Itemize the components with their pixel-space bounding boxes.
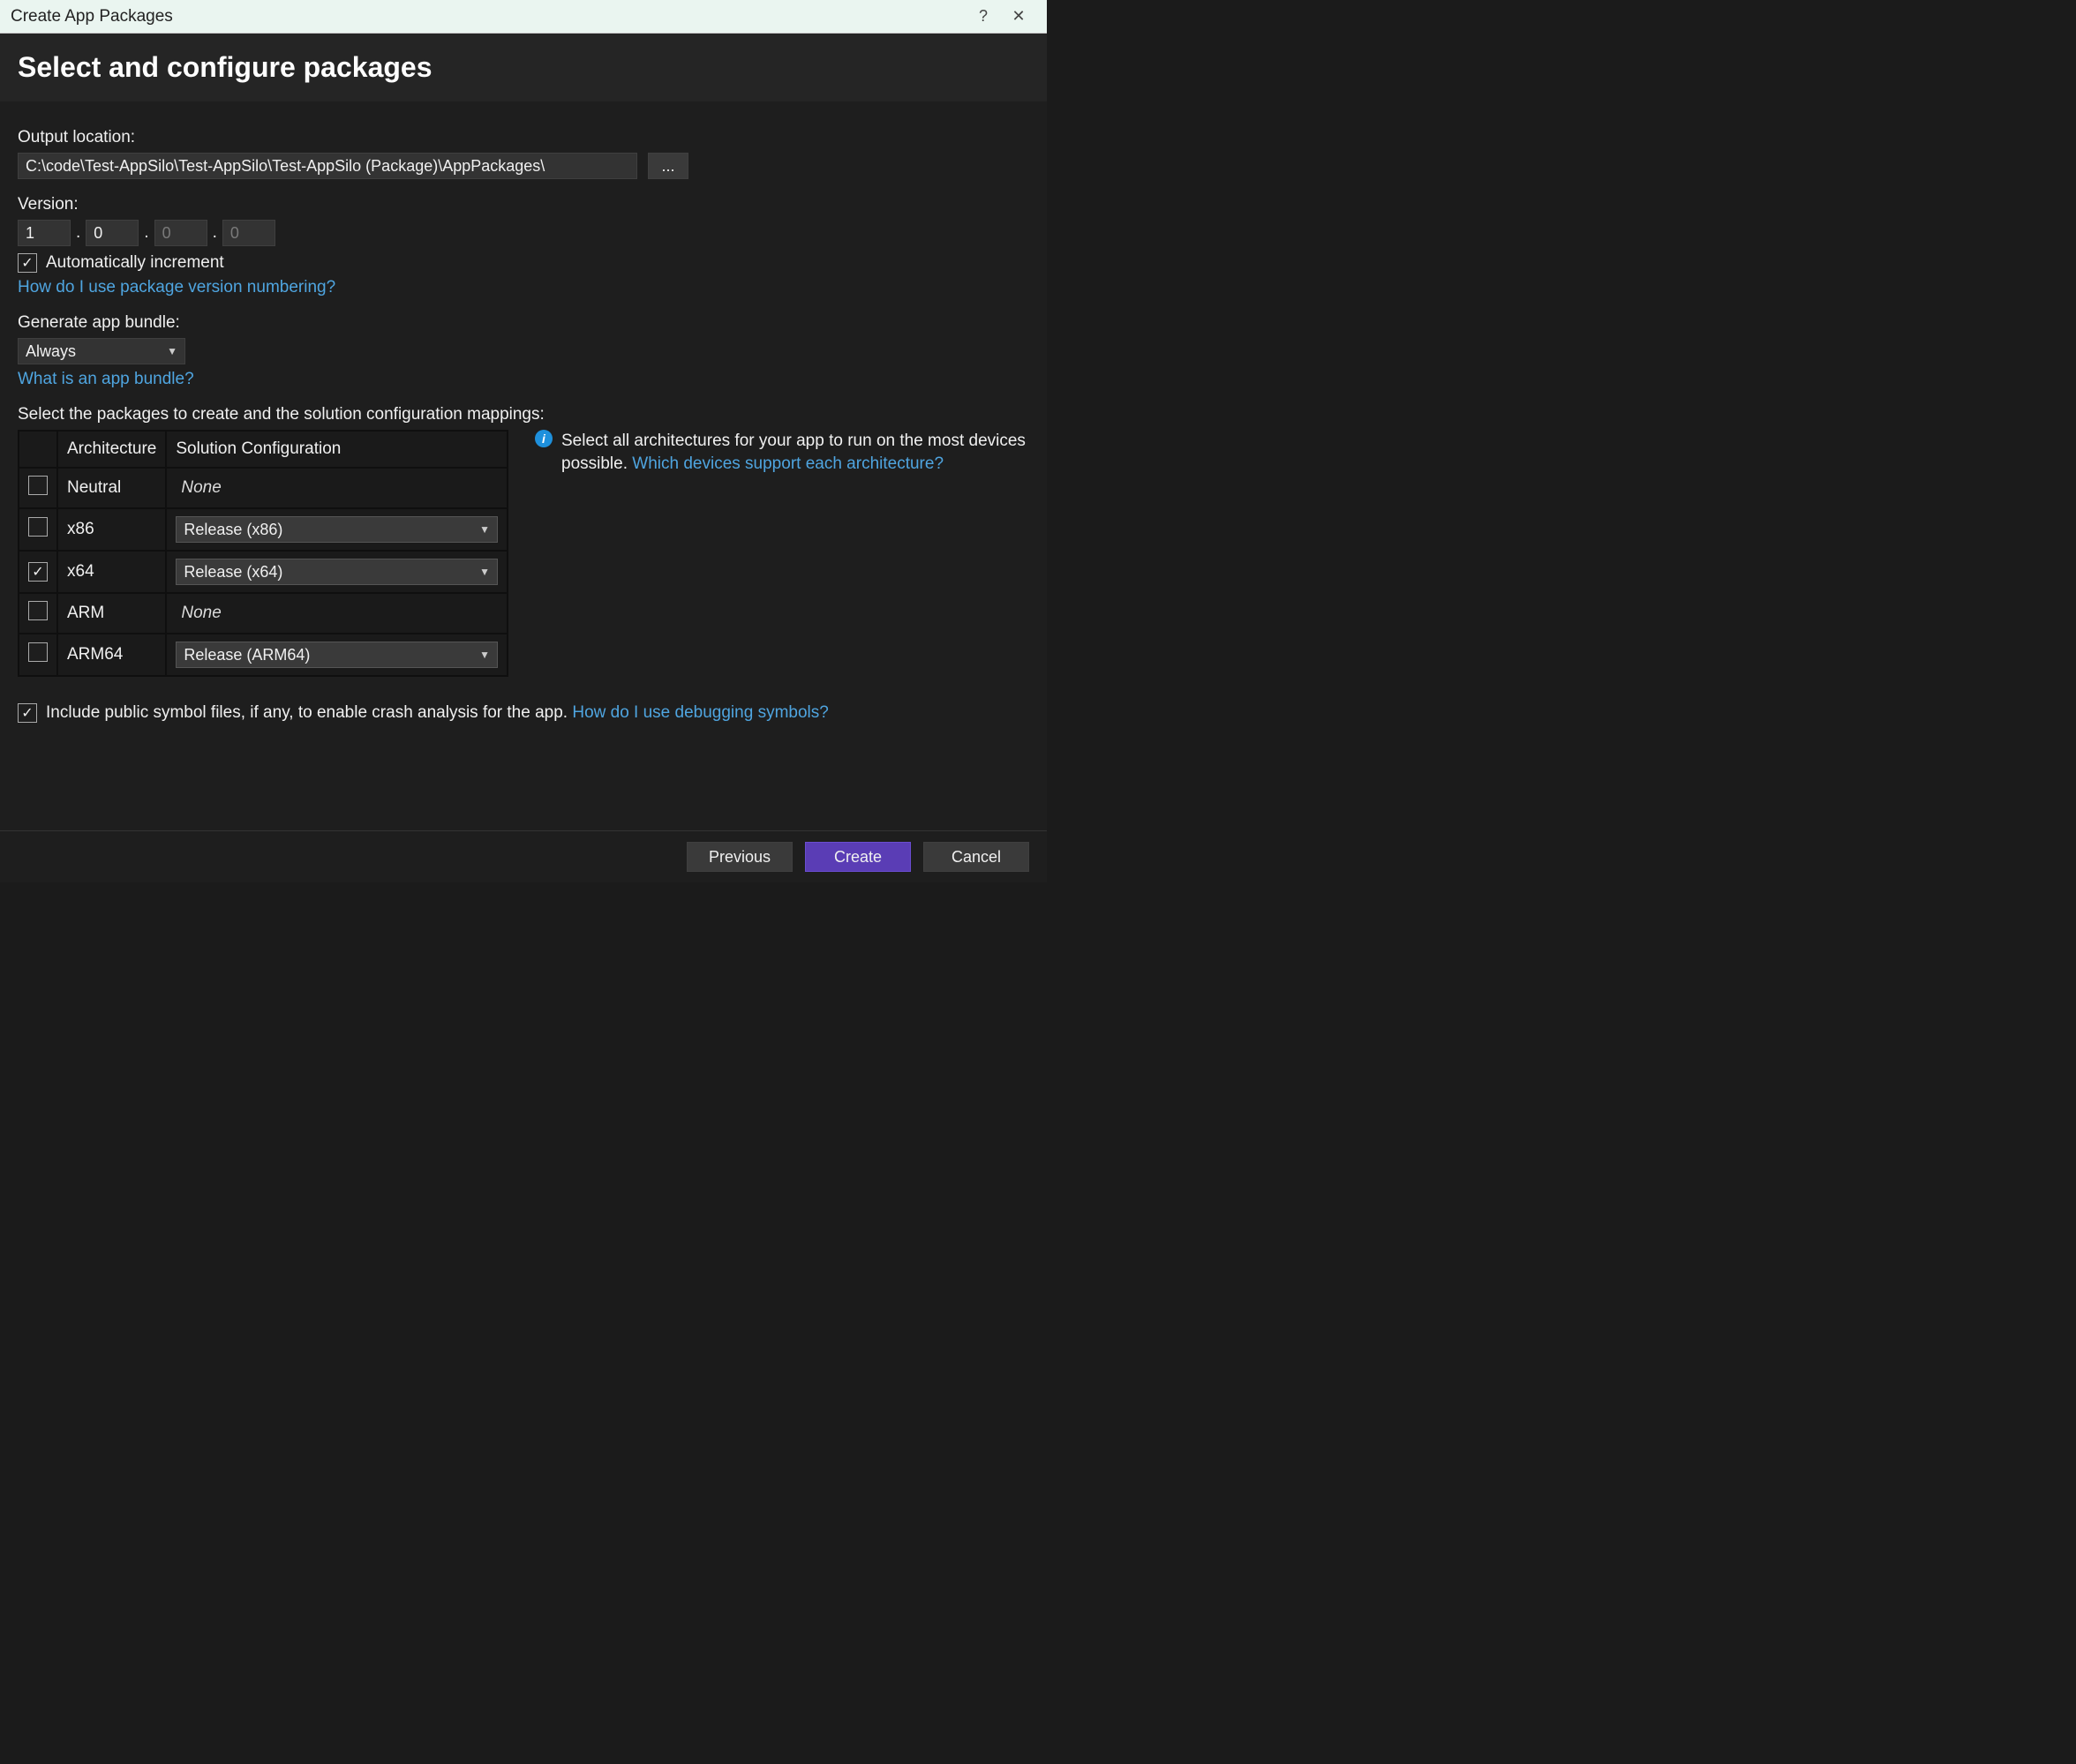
- config-value: Release (x86): [184, 521, 282, 539]
- table-row: x86 Release (x86) ▼: [19, 509, 507, 550]
- browse-button[interactable]: ...: [648, 153, 688, 179]
- bundle-help-link[interactable]: What is an app bundle?: [18, 370, 194, 388]
- symbols-help-link[interactable]: How do I use debugging symbols?: [572, 703, 828, 722]
- info-icon: i: [535, 430, 553, 447]
- config-value: Release (ARM64): [184, 646, 310, 664]
- header-solution-config: Solution Configuration: [167, 432, 507, 467]
- arch-checkbox-neutral[interactable]: [28, 476, 48, 495]
- table-row: Neutral None: [19, 469, 507, 507]
- footer: Previous Create Cancel: [0, 830, 1047, 882]
- arch-label: ARM: [58, 594, 165, 633]
- config-value: Release (x64): [184, 563, 282, 582]
- chevron-down-icon: ▼: [479, 523, 490, 536]
- config-value: None: [176, 478, 221, 497]
- config-dropdown-x86[interactable]: Release (x86) ▼: [176, 516, 498, 543]
- output-section: Output location: ...: [18, 128, 1029, 179]
- config-value: None: [176, 604, 221, 622]
- chevron-down-icon: ▼: [167, 345, 177, 357]
- symbols-label: Include public symbol files, if any, to …: [46, 703, 572, 722]
- dot-separator: .: [213, 223, 217, 243]
- arch-checkbox-arm64[interactable]: [28, 642, 48, 662]
- help-button[interactable]: ?: [966, 7, 1001, 26]
- table-row: x64 Release (x64) ▼: [19, 552, 507, 592]
- titlebar: Create App Packages ? ✕: [0, 0, 1047, 34]
- packages-section: Select the packages to create and the so…: [18, 405, 1029, 677]
- cancel-button[interactable]: Cancel: [923, 842, 1029, 872]
- version-major-input[interactable]: [18, 220, 71, 246]
- bundle-value: Always: [26, 342, 76, 361]
- version-section: Version: . . . Automatically increment H…: [18, 195, 1029, 297]
- config-dropdown-arm64[interactable]: Release (ARM64) ▼: [176, 642, 498, 668]
- auto-increment-checkbox[interactable]: [18, 253, 37, 273]
- table-row: ARM64 Release (ARM64) ▼: [19, 634, 507, 675]
- dot-separator: .: [144, 223, 148, 243]
- header-architecture: Architecture: [58, 432, 165, 467]
- window-title: Create App Packages: [11, 7, 966, 26]
- auto-increment-label: Automatically increment: [46, 253, 224, 273]
- packages-label: Select the packages to create and the so…: [18, 405, 1029, 424]
- version-minor-input[interactable]: [86, 220, 139, 246]
- info-panel: i Select all architectures for your app …: [535, 430, 1029, 475]
- table-header-row: Architecture Solution Configuration: [19, 432, 507, 467]
- arch-checkbox-x64[interactable]: [28, 562, 48, 582]
- chevron-down-icon: ▼: [479, 649, 490, 661]
- arch-checkbox-arm[interactable]: [28, 601, 48, 620]
- arch-checkbox-x86[interactable]: [28, 517, 48, 537]
- create-button[interactable]: Create: [805, 842, 911, 872]
- arch-label: x64: [58, 552, 165, 592]
- content-area: Output location: ... Version: . . . Auto…: [0, 101, 1047, 830]
- packages-table: Architecture Solution Configuration Neut…: [18, 430, 508, 677]
- bundle-section: Generate app bundle: Always ▼ What is an…: [18, 313, 1029, 389]
- output-input[interactable]: [18, 153, 637, 179]
- previous-button[interactable]: Previous: [687, 842, 793, 872]
- version-build-input[interactable]: [154, 220, 207, 246]
- version-label: Version:: [18, 195, 1029, 214]
- version-rev-input[interactable]: [222, 220, 275, 246]
- arch-help-link[interactable]: Which devices support each architecture?: [632, 454, 944, 473]
- table-row: ARM None: [19, 594, 507, 633]
- symbols-checkbox[interactable]: [18, 703, 37, 723]
- chevron-down-icon: ▼: [479, 566, 490, 578]
- arch-label: x86: [58, 509, 165, 550]
- dot-separator: .: [76, 223, 80, 243]
- page-title: Select and configure packages: [0, 34, 1047, 101]
- bundle-label: Generate app bundle:: [18, 313, 1029, 333]
- output-label: Output location:: [18, 128, 1029, 147]
- header-check: [19, 432, 56, 467]
- arch-label: Neutral: [58, 469, 165, 507]
- close-button[interactable]: ✕: [1001, 7, 1036, 26]
- symbols-section: Include public symbol files, if any, to …: [18, 703, 1029, 723]
- bundle-dropdown[interactable]: Always ▼: [18, 338, 185, 364]
- version-help-link[interactable]: How do I use package version numbering?: [18, 278, 335, 297]
- config-dropdown-x64[interactable]: Release (x64) ▼: [176, 559, 498, 585]
- arch-label: ARM64: [58, 634, 165, 675]
